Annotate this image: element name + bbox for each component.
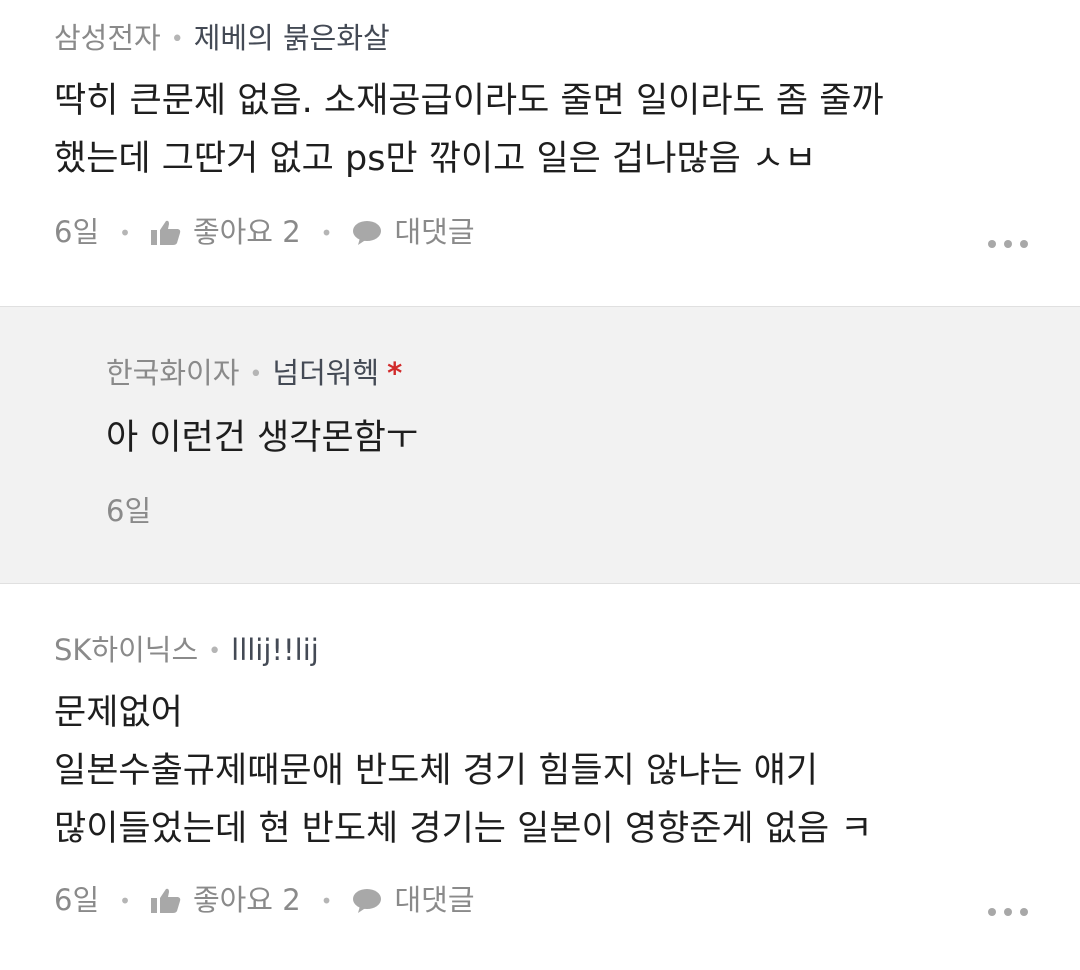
comment-text-line: 했는데 그딴거 없고 ps만 깎이고 일은 겁나많음 ㅅㅂ	[54, 139, 817, 179]
speech-bubble-icon	[353, 220, 382, 245]
comment-text-line: 아 이런건 생각몬함ㅜ	[106, 418, 419, 458]
comment-text: 아 이런건 생각몬함ㅜ	[106, 409, 418, 467]
author-mark: *	[387, 356, 403, 390]
like-label: 좋아요	[192, 215, 273, 249]
comment-actions: 6일	[106, 497, 151, 526]
comment-time: 6일	[54, 215, 100, 249]
comment-text-line: 딱히 큰문제 없음. 소재공급이라도 줄면 일이라도 좀 줄까	[54, 81, 884, 121]
author-nickname[interactable]: 넘더워헥	[272, 356, 379, 390]
comment-time: 6일	[54, 883, 100, 917]
separator-dot: •	[119, 220, 131, 245]
like-count: 2	[282, 215, 301, 249]
comment-item: SK하이닉스 • lllij!!lij 문제없어 일본수출규제때문애 반도체 경기 …	[0, 584, 1080, 970]
reply-label: 대댓글	[394, 215, 475, 249]
reply-comment-item: 한국화이자 • 넘더워헥 * 아 이런건 생각몬함ㅜ 6일	[0, 306, 1080, 584]
like-count: 2	[282, 883, 301, 917]
like-button[interactable]: 좋아요 2	[150, 215, 301, 249]
more-horizontal-icon[interactable]	[988, 239, 1028, 249]
company-name: 삼성전자	[54, 21, 161, 55]
comment-time: 6일	[106, 494, 152, 528]
comment-text-line: 문제없어	[54, 693, 183, 733]
thumbs-up-icon	[150, 888, 181, 913]
separator-dot: •	[208, 639, 222, 664]
comment-text-line: 많이들었는데 현 반도체 경기는 일본이 영향준게 없음 ㅋ	[54, 809, 873, 849]
reply-button[interactable]: 대댓글	[352, 215, 475, 249]
separator-dot: •	[320, 888, 333, 913]
company-name: 한국화이자	[106, 356, 240, 390]
comment-author: 삼성전자 • 제베의 붉은화살	[54, 24, 390, 53]
separator-dot: •	[119, 888, 131, 913]
thumbs-up-icon	[150, 220, 181, 245]
more-horizontal-icon[interactable]	[988, 907, 1028, 917]
comment-text: 문제없어 일본수출규제때문애 반도체 경기 힘들지 않냐는 얘기 많이들었는데 …	[54, 684, 872, 858]
separator-dot: •	[320, 220, 333, 245]
comment-actions: 6일 • 좋아요 2 • 대댓글	[54, 886, 475, 915]
speech-bubble-icon	[353, 888, 382, 913]
reply-button[interactable]: 대댓글	[352, 883, 475, 917]
like-label: 좋아요	[192, 883, 273, 917]
separator-dot: •	[170, 27, 184, 52]
comment-item: 삼성전자 • 제베의 붉은화살 딱히 큰문제 없음. 소재공급이라도 줄면 일이라도…	[0, 0, 1080, 306]
comment-author: SK하이닉스 • lllij!!lij	[54, 636, 319, 665]
author-nickname[interactable]: lllij!!lij	[231, 633, 319, 667]
reply-label: 대댓글	[394, 883, 475, 917]
comment-text-line: 일본수출규제때문애 반도체 경기 힘들지 않냐는 얘기	[54, 751, 819, 791]
separator-dot: •	[249, 362, 263, 387]
company-name: SK하이닉스	[54, 633, 199, 667]
comment-actions: 6일 • 좋아요 2 • 대댓글	[54, 218, 475, 247]
author-nickname[interactable]: 제베의 붉은화살	[194, 21, 390, 55]
comment-text: 딱히 큰문제 없음. 소재공급이라도 줄면 일이라도 좀 줄까 했는데 그딴거 …	[54, 72, 884, 188]
comment-author: 한국화이자 • 넘더워헥 *	[106, 359, 402, 388]
like-button[interactable]: 좋아요 2	[150, 883, 301, 917]
